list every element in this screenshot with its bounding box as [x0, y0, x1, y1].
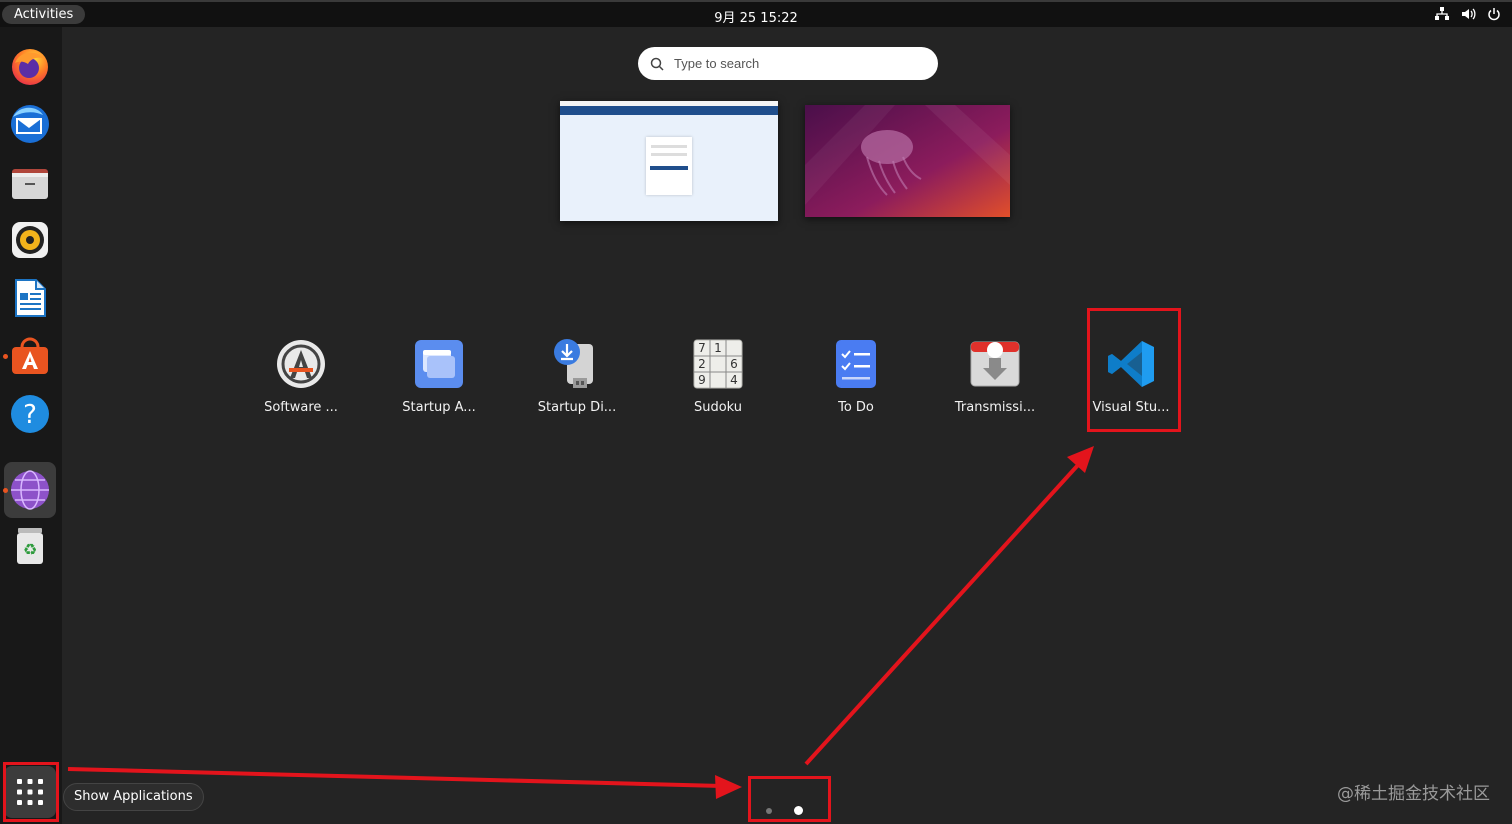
workspace-thumbnail-1[interactable]	[560, 101, 778, 221]
startup-disk-creator-icon	[549, 336, 605, 392]
dock-web-browser[interactable]	[3, 462, 56, 518]
dock-thunderbird[interactable]	[4, 98, 56, 150]
watermark: @稀土掘金技术社区	[1337, 784, 1490, 804]
svg-text:4: 4	[730, 373, 738, 387]
page-dot-1[interactable]	[766, 807, 772, 814]
transmission-icon	[967, 336, 1023, 392]
svg-text:9: 9	[698, 373, 706, 387]
svg-text:2: 2	[698, 357, 706, 371]
clock-text[interactable]: 9月 25 15:22	[714, 11, 798, 26]
running-indicator	[3, 354, 8, 359]
svg-text:♻: ♻	[23, 540, 37, 559]
grid-icon	[17, 779, 43, 805]
todo-icon	[828, 336, 884, 392]
app-startup-applications[interactable]: Startup A...	[379, 336, 499, 415]
login-card	[646, 137, 692, 195]
app-label: Startup Di...	[537, 400, 617, 415]
trash-icon: ♻	[17, 528, 43, 564]
arrow-head-vscode	[1067, 446, 1094, 473]
show-applications-button[interactable]	[4, 766, 56, 818]
thunderbird-icon	[11, 105, 49, 143]
software-store-icon	[12, 337, 48, 374]
svg-text:1: 1	[714, 341, 722, 355]
app-transmission[interactable]: Transmissi...	[935, 336, 1055, 415]
rhythmbox-icon	[12, 222, 48, 258]
app-label: Startup A...	[402, 400, 476, 415]
dock-rhythmbox[interactable]	[4, 214, 56, 266]
help-icon: ?	[11, 395, 49, 433]
app-sudoku[interactable]: 71 2 6 9 4 Sudoku	[658, 336, 778, 415]
app-vscode[interactable]: Visual Stu...	[1071, 336, 1191, 415]
dock-firefox[interactable]	[4, 40, 56, 92]
search-input[interactable]	[672, 55, 916, 72]
window-header	[560, 106, 778, 115]
dock-help[interactable]: ?	[4, 388, 56, 440]
system-tray[interactable]	[1434, 6, 1502, 22]
wallpaper-preview	[805, 105, 1010, 217]
clock: 9月 25 15:22	[0, 7, 1512, 26]
app-software-properties[interactable]: Software ...	[241, 336, 361, 415]
power-icon[interactable]	[1486, 6, 1502, 22]
activities-button[interactable]: Activities	[2, 5, 86, 24]
volume-icon[interactable]	[1460, 6, 1476, 22]
highlight-box-pagination	[748, 776, 831, 822]
app-label: Transmissi...	[954, 400, 1036, 415]
running-indicator	[3, 488, 8, 493]
app-label: Sudoku	[693, 400, 743, 415]
files-icon	[12, 169, 48, 199]
dock: ? ♻	[0, 27, 62, 824]
top-bar: Activities 9月 25 15:22	[0, 0, 1512, 27]
search-icon	[650, 57, 664, 71]
svg-text:6: 6	[730, 357, 738, 371]
app-todo[interactable]: To Do	[796, 336, 916, 415]
arrow-line-to-vscode	[804, 463, 1080, 766]
svg-text:7: 7	[698, 341, 706, 355]
sudoku-icon: 71 2 6 9 4	[690, 336, 746, 392]
dock-files[interactable]	[4, 156, 56, 208]
network-icon[interactable]	[1434, 6, 1450, 22]
dock-ubuntu-software[interactable]	[3, 330, 56, 382]
app-label: Software ...	[264, 400, 338, 415]
arrow-head-pagination	[715, 775, 742, 799]
firefox-icon	[12, 49, 48, 85]
workspace-thumbnail-2[interactable]	[805, 105, 1010, 217]
page-indicator	[766, 806, 803, 815]
show-applications-tooltip: Show Applications	[63, 783, 204, 811]
dock-trash[interactable]: ♻	[4, 520, 56, 572]
search-bar[interactable]	[638, 47, 938, 80]
vscode-icon	[1103, 336, 1159, 392]
app-label: To Do	[838, 400, 874, 415]
dock-libreoffice-writer[interactable]	[4, 272, 56, 324]
svg-text:?: ?	[23, 400, 37, 430]
startup-applications-icon	[411, 336, 467, 392]
page-dot-2[interactable]	[794, 806, 803, 815]
app-label: Visual Stu...	[1092, 400, 1170, 415]
globe-icon	[11, 470, 49, 510]
app-startup-disk-creator[interactable]: Startup Di...	[517, 336, 637, 415]
software-properties-icon	[273, 336, 329, 392]
writer-icon	[15, 279, 46, 317]
